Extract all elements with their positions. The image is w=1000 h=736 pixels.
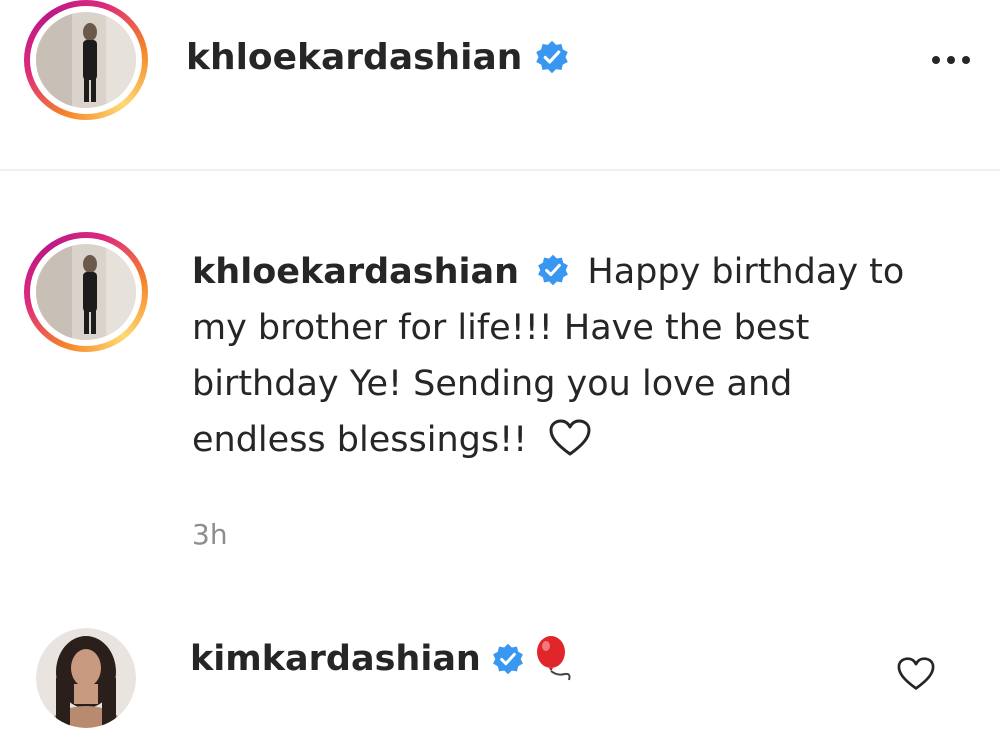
white-heart-icon	[549, 419, 591, 456]
caption-text: khloekardashian Happy birthday to my bro…	[192, 244, 982, 468]
caption-avatar[interactable]	[24, 232, 148, 352]
more-options-button[interactable]	[926, 48, 976, 72]
heart-outline-icon	[897, 657, 935, 690]
caption-line-1: Happy birthday to	[587, 252, 905, 292]
header-username[interactable]: khloekardashian	[186, 37, 522, 78]
caption-username[interactable]: khloekardashian	[192, 252, 519, 292]
comment-like-button[interactable]	[896, 656, 940, 696]
header-avatar[interactable]	[24, 0, 148, 120]
caption-line-2: my brother for life!!! Have the best	[192, 308, 810, 348]
verified-badge-icon	[536, 40, 569, 74]
comment-username[interactable]: kimkardashian	[190, 639, 481, 679]
post-header: khloekardashian	[0, 0, 1000, 150]
ellipsis-icon	[932, 56, 970, 64]
avatar-photo	[36, 244, 136, 340]
avatar-photo	[36, 12, 136, 108]
verified-badge-icon	[492, 643, 523, 675]
avatar-photo	[36, 628, 136, 728]
caption-line-4: endless blessings!!	[192, 420, 528, 460]
caption-timestamp: 3h	[192, 518, 228, 551]
comment-avatar[interactable]	[36, 628, 136, 728]
comment-row: kimkardashian	[0, 620, 1000, 736]
caption-line-3: birthday Ye! Sending you love and	[192, 364, 793, 404]
balloon-icon	[536, 636, 571, 681]
header-divider	[0, 169, 1000, 171]
verified-badge-icon	[538, 254, 569, 286]
